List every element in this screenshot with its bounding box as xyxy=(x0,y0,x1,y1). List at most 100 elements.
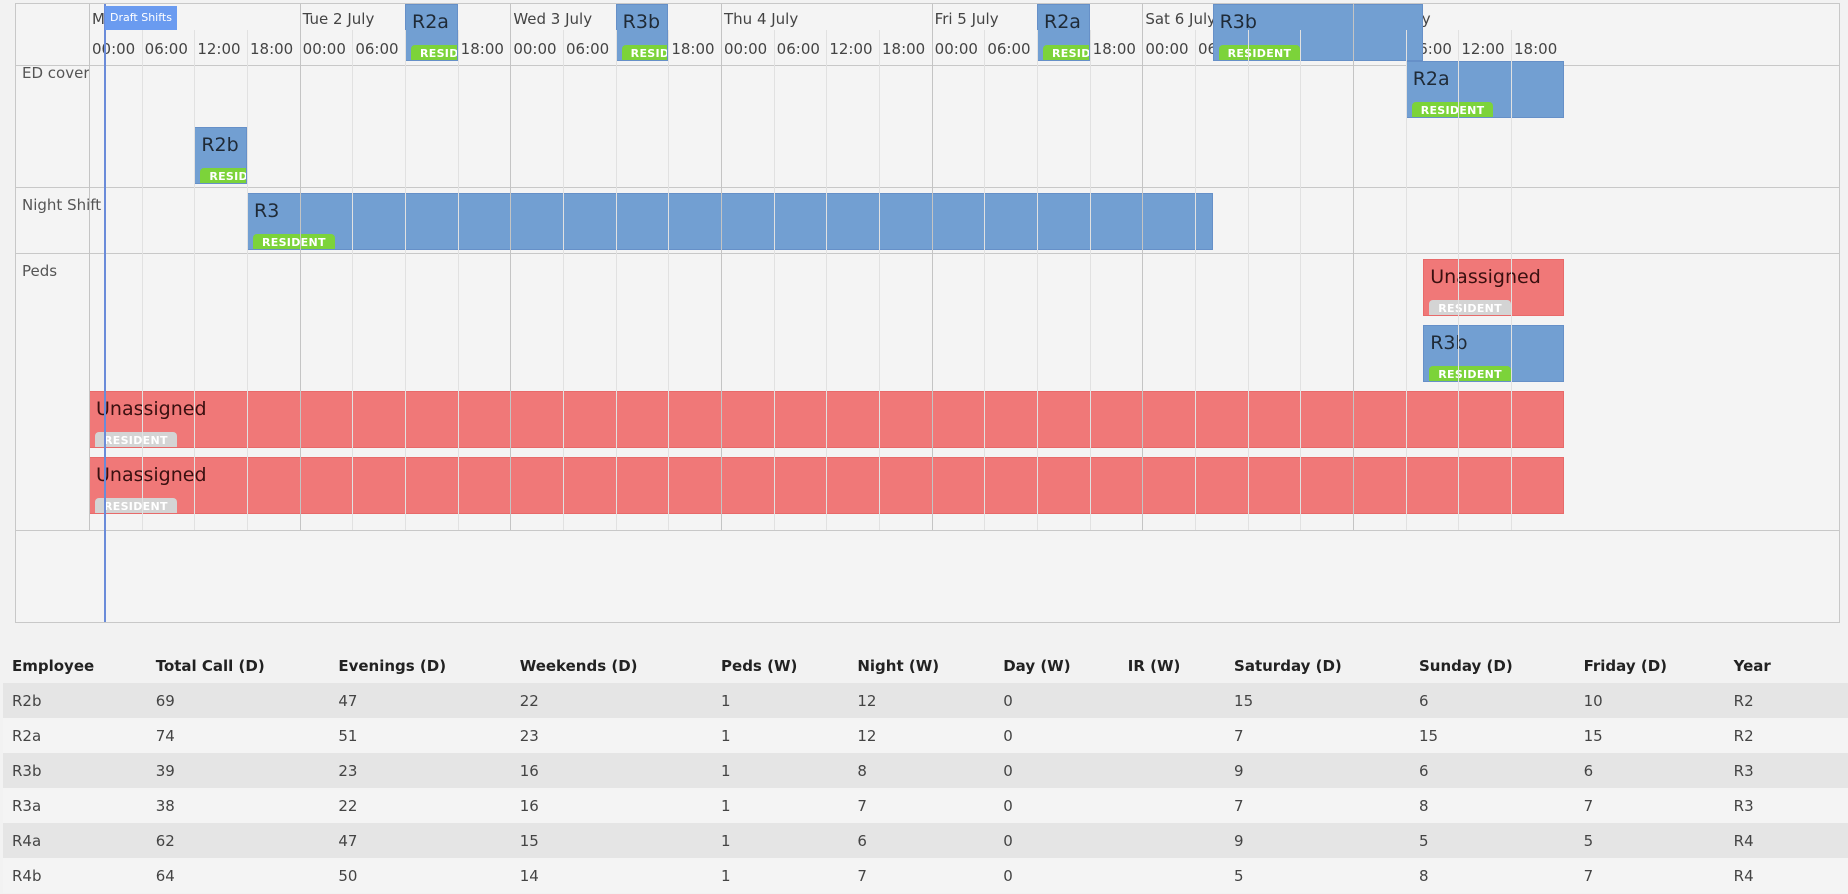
role-badge: RESIDENT xyxy=(1429,300,1511,315)
table-row: R3a 38 22 16 1 7 0 7 8 7 R3 xyxy=(3,788,1848,823)
hour-header-label: 06:00 xyxy=(566,40,610,58)
stats-cell: 74 xyxy=(155,726,175,745)
day-divider xyxy=(1353,4,1355,530)
stats-column-header: Night (W) xyxy=(857,656,940,675)
stats-cell: 0 xyxy=(1003,796,1013,815)
shift-title: R3b xyxy=(622,11,661,33)
role-badge: RESIDENT xyxy=(621,45,668,60)
hour-header-label: 12:00 xyxy=(197,40,241,58)
stats-cell: 7 xyxy=(857,866,867,885)
stats-cell: 8 xyxy=(1419,866,1429,885)
stats-cell: 0 xyxy=(1003,761,1013,780)
stats-cell: 39 xyxy=(155,761,175,780)
stats-cell: 23 xyxy=(338,761,358,780)
shift-block[interactable]: R3b RESIDENT xyxy=(615,4,669,61)
hour-gridline xyxy=(405,30,406,530)
stats-cell: 9 xyxy=(1234,831,1244,850)
hour-gridline xyxy=(457,30,459,530)
stats-cell: 0 xyxy=(1003,691,1013,710)
hour-header-label: 18:00 xyxy=(882,40,926,58)
hour-gridline xyxy=(563,30,564,530)
stats-cell: R2 xyxy=(1733,691,1754,710)
stats-cell: 15 xyxy=(1583,726,1603,745)
hour-gridline xyxy=(984,30,986,530)
shift-block[interactable]: R3b RESIDENT xyxy=(1212,4,1424,61)
stats-cell: 6 xyxy=(1583,761,1594,780)
shift-block[interactable]: R3 RESIDENT xyxy=(247,193,1213,250)
shift-title: R2a xyxy=(412,11,449,33)
shift-block[interactable]: R2b RESIDENT xyxy=(194,127,247,184)
day-header-label: Fri 5 July xyxy=(934,10,999,28)
stats-cell: 7 xyxy=(1234,796,1244,815)
stats-cell: 1 xyxy=(721,726,731,745)
stats-cell: 38 xyxy=(155,796,175,815)
hour-gridline xyxy=(1300,30,1302,530)
hour-header-label: 18:00 xyxy=(1092,40,1136,58)
stats-column-header: Year xyxy=(1733,656,1771,675)
group-row-divider xyxy=(16,253,1839,254)
current-time-marker xyxy=(104,4,106,622)
day-header-label: Wed 3 July xyxy=(513,10,593,28)
hour-header-label: 18:00 xyxy=(460,40,504,58)
hour-header-label: 00:00 xyxy=(1145,40,1189,58)
shift-title: R3b xyxy=(1430,332,1468,354)
table-row: R4a 62 47 15 1 6 0 9 5 5 R4 xyxy=(3,823,1848,858)
day-header-label: Sat 6 July xyxy=(1145,10,1216,28)
day-header-label: Tue 2 July xyxy=(302,10,375,28)
stats-cell: 9 xyxy=(1234,761,1244,780)
stats-cell xyxy=(1119,753,1225,788)
hour-gridline xyxy=(879,30,880,530)
shift-block[interactable]: Unassigned RESIDENT xyxy=(1423,259,1564,316)
stats-cell: 51 xyxy=(338,726,358,745)
stats-cell: 0 xyxy=(1003,866,1013,885)
shift-scheduler[interactable]: Mon 1 July00:0006:0012:0018:00Tue 2 July… xyxy=(15,3,1840,623)
role-badge: RESIDENT xyxy=(1429,366,1511,381)
stats-cell: 7 xyxy=(1234,726,1244,745)
day-divider xyxy=(299,4,301,530)
shift-block[interactable]: R2a RESIDENT xyxy=(1037,4,1090,61)
stats-cell: 5 xyxy=(1234,866,1244,885)
stats-cell: R2b xyxy=(12,691,42,710)
hour-gridline xyxy=(1247,30,1249,530)
stats-cell: 8 xyxy=(1419,796,1429,815)
stats-column-header: Total Call (D) xyxy=(155,656,265,675)
shift-block[interactable]: R2a RESIDENT xyxy=(1405,61,1564,118)
hour-gridline xyxy=(352,30,354,530)
stats-cell: 7 xyxy=(857,796,867,815)
role-badge: RESIDENT xyxy=(1411,102,1494,117)
shift-title: Unassigned xyxy=(1430,266,1541,288)
stats-cell: 12 xyxy=(857,691,877,710)
draft-shifts-tag[interactable]: Draft Shifts xyxy=(105,6,177,30)
stats-cell: 1 xyxy=(721,761,731,780)
shift-title: R3 xyxy=(254,200,280,222)
stats-cell: 1 xyxy=(721,831,731,850)
shift-title: R2b xyxy=(201,134,239,156)
hour-gridline xyxy=(668,30,670,530)
hour-header-label: 00:00 xyxy=(92,40,136,58)
stats-cell xyxy=(1119,858,1225,893)
stats-cell: 16 xyxy=(519,796,539,815)
shift-title: R3b xyxy=(1219,11,1257,33)
hour-gridline xyxy=(826,30,828,530)
role-badge: RESIDENT xyxy=(1218,45,1301,60)
stats-cell: 6 xyxy=(1419,761,1429,780)
stats-cell: 69 xyxy=(155,691,175,710)
stats-cell: R2a xyxy=(12,726,42,745)
day-divider xyxy=(1142,4,1144,530)
stats-cell: 12 xyxy=(857,726,877,745)
stats-column-header: Sunday (D) xyxy=(1419,656,1513,675)
stats-cell: R2 xyxy=(1733,726,1754,745)
stats-column-header: Friday (D) xyxy=(1583,656,1667,675)
day-divider xyxy=(89,4,90,530)
group-row-divider xyxy=(16,187,1839,188)
stats-cell: 64 xyxy=(155,866,175,885)
stats-cell xyxy=(1119,683,1225,718)
stats-cell: 15 xyxy=(519,831,539,850)
stats-cell: 1 xyxy=(721,796,731,815)
hour-gridline xyxy=(247,30,248,530)
hour-header-label: 00:00 xyxy=(513,40,557,58)
hour-header-label: 06:00 xyxy=(987,40,1031,58)
shift-block[interactable]: R2a RESIDENT xyxy=(405,4,458,61)
shift-block[interactable]: R3b RESIDENT xyxy=(1423,325,1564,382)
hour-header-label: 00:00 xyxy=(724,40,768,58)
